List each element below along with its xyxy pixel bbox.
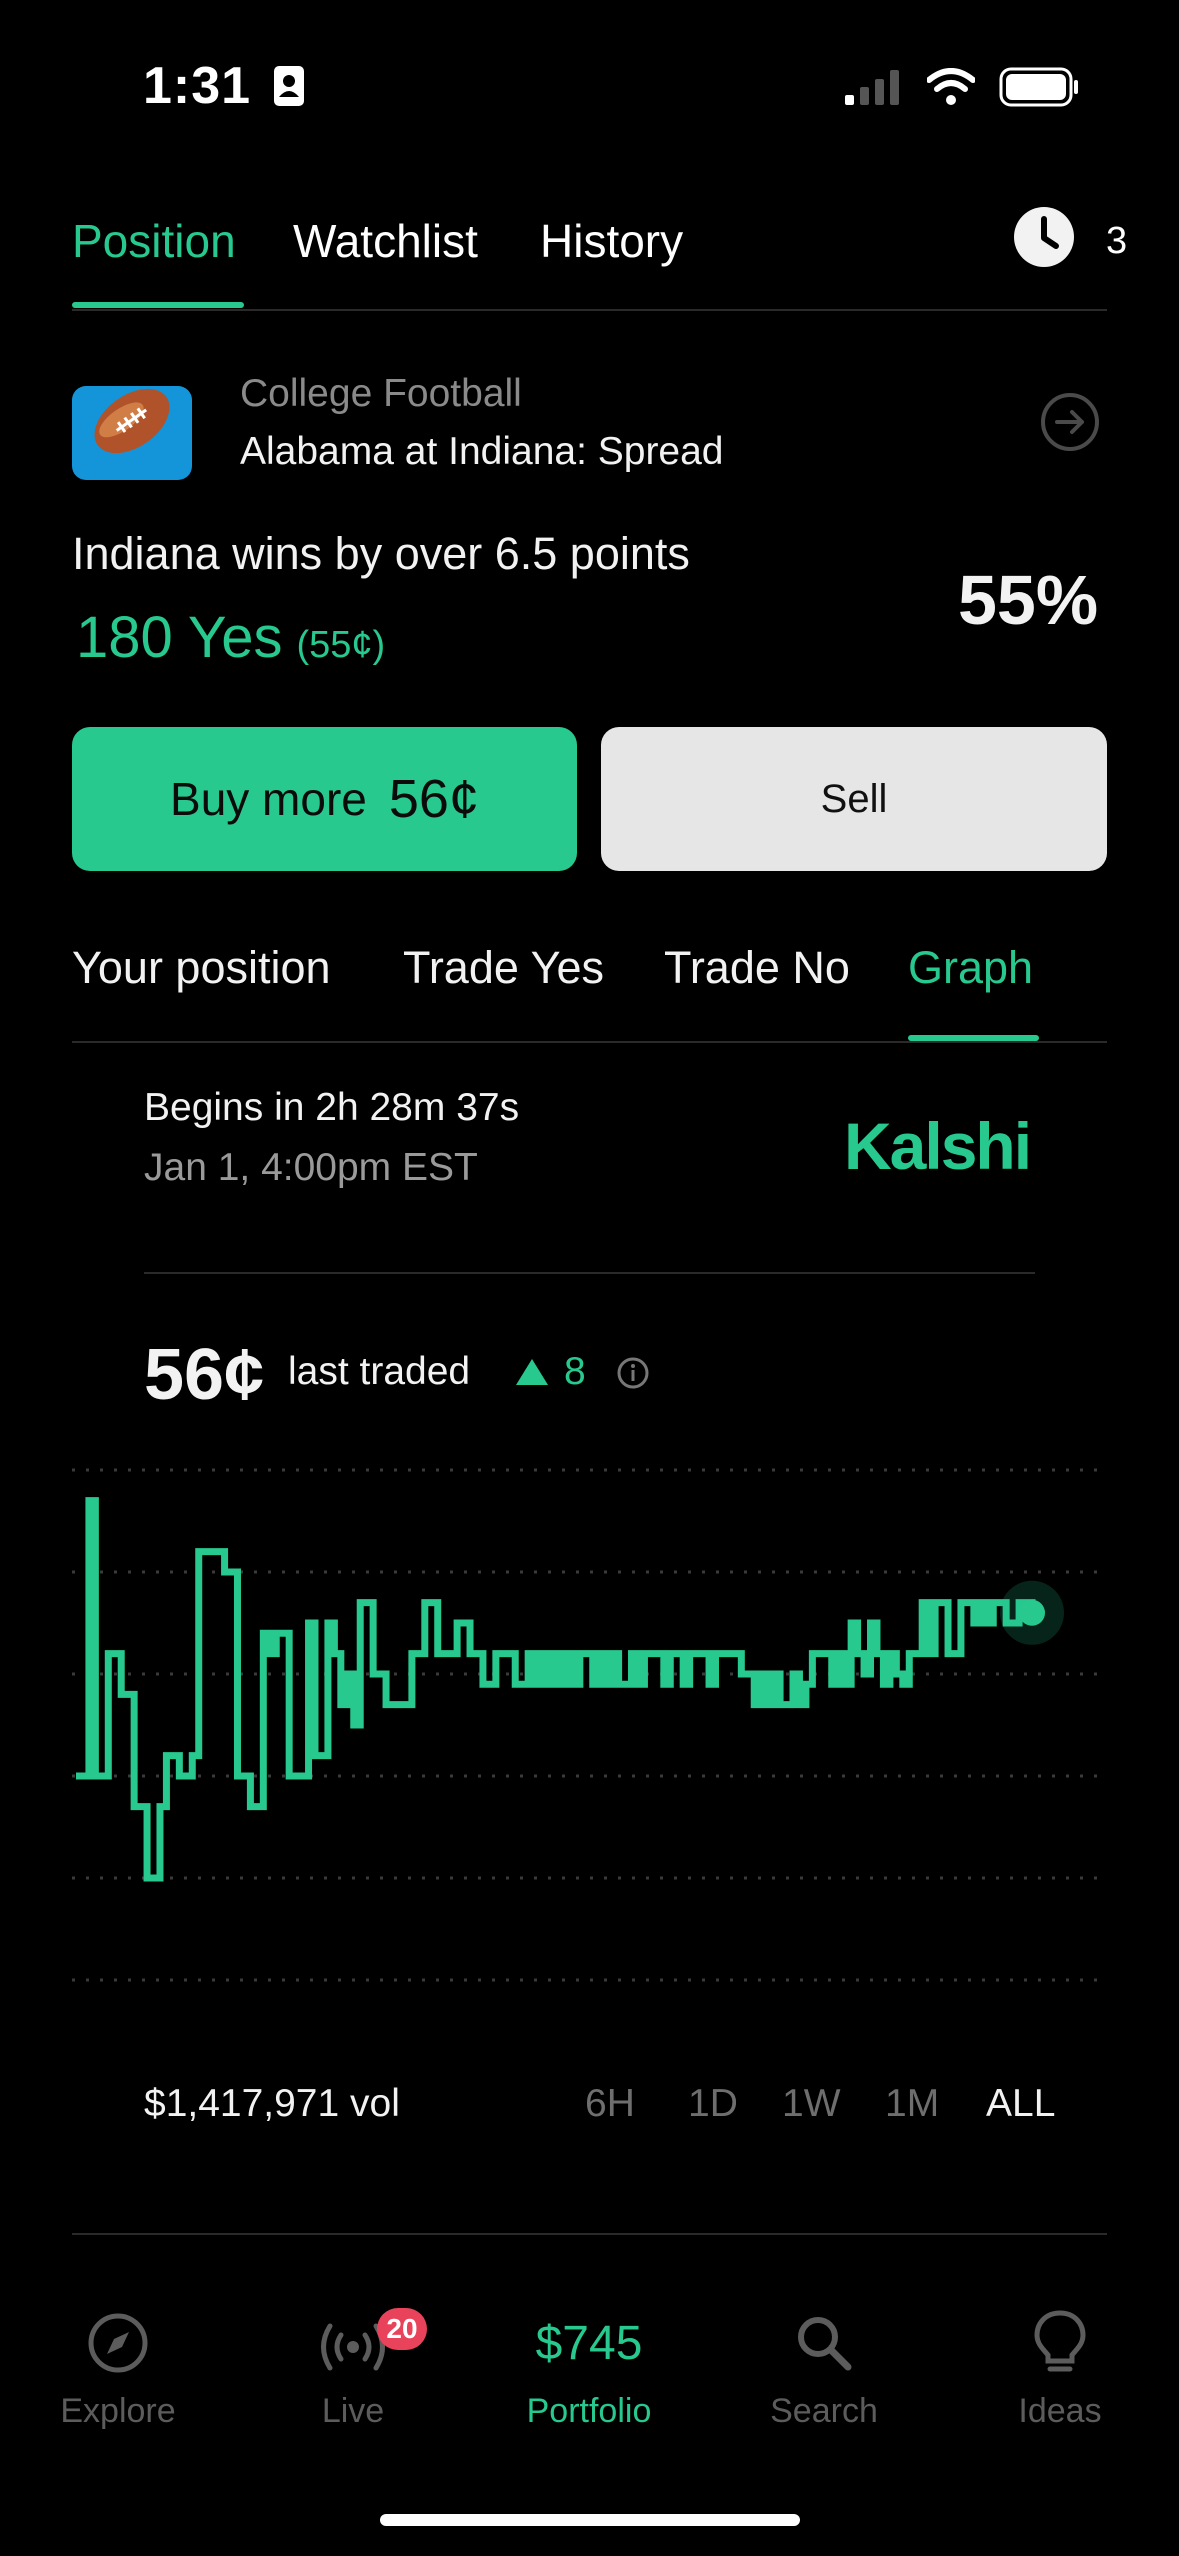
nav-search-icon-wrap bbox=[792, 2300, 856, 2386]
subtabs-divider bbox=[72, 1041, 1107, 1043]
price-chart[interactable] bbox=[72, 1440, 1107, 2010]
battery-icon bbox=[999, 67, 1078, 107]
position-avg-price: (55¢) bbox=[296, 624, 386, 666]
nav-search-label: Search bbox=[770, 2392, 878, 2430]
compass-icon bbox=[88, 2313, 148, 2373]
nav-live[interactable]: 20 Live bbox=[253, 2300, 453, 2431]
tabs-divider bbox=[72, 309, 1107, 311]
alerts-button[interactable] bbox=[1013, 206, 1075, 268]
market-image bbox=[72, 386, 192, 480]
market-category: College Football bbox=[240, 372, 522, 415]
live-badge: 20 bbox=[377, 2308, 427, 2350]
price-change: 8 bbox=[514, 1350, 586, 1394]
kalshi-logo: Kalshi bbox=[844, 1109, 1032, 1183]
nav-explore[interactable]: Explore bbox=[18, 2300, 218, 2431]
nav-divider bbox=[72, 2233, 1107, 2235]
portfolio-value: $745 bbox=[535, 2316, 643, 2370]
nav-live-icon-wrap: 20 bbox=[315, 2300, 427, 2386]
tab-history[interactable]: History bbox=[540, 214, 683, 268]
tab-watchlist[interactable]: Watchlist bbox=[293, 214, 478, 268]
position-summary: 180 Yes (55¢) bbox=[76, 604, 385, 671]
nav-ideas[interactable]: Ideas bbox=[960, 2300, 1160, 2431]
range-1m[interactable]: 1M bbox=[885, 2082, 939, 2126]
begins-countdown: Begins in 2h 28m 37s bbox=[144, 1086, 520, 1129]
nav-portfolio[interactable]: $745 Portfolio bbox=[489, 2300, 689, 2431]
range-1d[interactable]: 1D bbox=[688, 2082, 738, 2126]
tab-your-position[interactable]: Your position bbox=[72, 942, 331, 994]
status-time: 1:31 bbox=[143, 56, 305, 116]
market-title[interactable]: Alabama at Indiana: Spread bbox=[240, 430, 724, 474]
nav-explore-icon-wrap bbox=[86, 2300, 150, 2386]
football-icon bbox=[94, 388, 170, 454]
tab-graph[interactable]: Graph bbox=[908, 942, 1033, 994]
open-market-button[interactable] bbox=[1040, 392, 1100, 452]
info-icon bbox=[617, 1357, 649, 1389]
status-icons bbox=[843, 62, 1079, 112]
range-1w[interactable]: 1W bbox=[782, 2082, 841, 2126]
chart-last-point bbox=[1019, 1599, 1045, 1626]
nav-ideas-label: Ideas bbox=[1018, 2392, 1102, 2430]
nav-portfolio-value-wrap: $745 bbox=[536, 2300, 643, 2386]
buy-label: Buy more bbox=[170, 773, 367, 825]
buy-more-button[interactable]: Buy more 56¢ bbox=[72, 727, 577, 871]
triangle-up-icon bbox=[516, 1359, 548, 1385]
search-icon bbox=[798, 2317, 852, 2371]
probability: 55% bbox=[958, 561, 1099, 639]
last-traded-label: last traded bbox=[288, 1350, 471, 1393]
nav-search[interactable]: Search bbox=[724, 2300, 924, 2431]
range-6h[interactable]: 6H bbox=[585, 2082, 635, 2126]
arrow-right-circle-icon bbox=[1041, 393, 1099, 451]
chart-series-line bbox=[76, 1497, 1036, 1882]
position-contracts: 180 Yes bbox=[76, 605, 283, 670]
range-all[interactable]: ALL bbox=[986, 2082, 1055, 2126]
home-indicator bbox=[380, 2514, 800, 2526]
buy-price: 56¢ bbox=[388, 769, 479, 829]
nav-portfolio-label: Portfolio bbox=[526, 2392, 652, 2430]
cellular-signal-icon bbox=[845, 70, 899, 105]
event-date: Jan 1, 4:00pm EST bbox=[144, 1146, 478, 1189]
last-price: 56¢ bbox=[144, 1335, 265, 1415]
nav-live-label: Live bbox=[321, 2392, 385, 2430]
tab-trade-no[interactable]: Trade No bbox=[664, 942, 850, 994]
nav-ideas-icon-wrap bbox=[1032, 2300, 1088, 2386]
contact-card-icon bbox=[273, 66, 304, 106]
sell-button[interactable]: Sell bbox=[601, 727, 1107, 871]
active-tab-indicator bbox=[72, 302, 244, 308]
tab-trade-yes[interactable]: Trade Yes bbox=[403, 942, 604, 994]
section-divider bbox=[144, 1272, 1035, 1274]
price-change-value: 8 bbox=[564, 1350, 586, 1393]
lightbulb-icon bbox=[1034, 2310, 1086, 2372]
nav-explore-label: Explore bbox=[60, 2392, 176, 2430]
clock-icon bbox=[1014, 207, 1074, 267]
volume: $1,417,971 vol bbox=[144, 2082, 400, 2125]
alert-count[interactable]: 3 bbox=[1106, 220, 1127, 263]
wifi-icon bbox=[927, 68, 975, 105]
tab-position[interactable]: Position bbox=[72, 214, 236, 268]
outcome-text: Indiana wins by over 6.5 points bbox=[72, 528, 690, 579]
info-button[interactable] bbox=[616, 1356, 650, 1390]
